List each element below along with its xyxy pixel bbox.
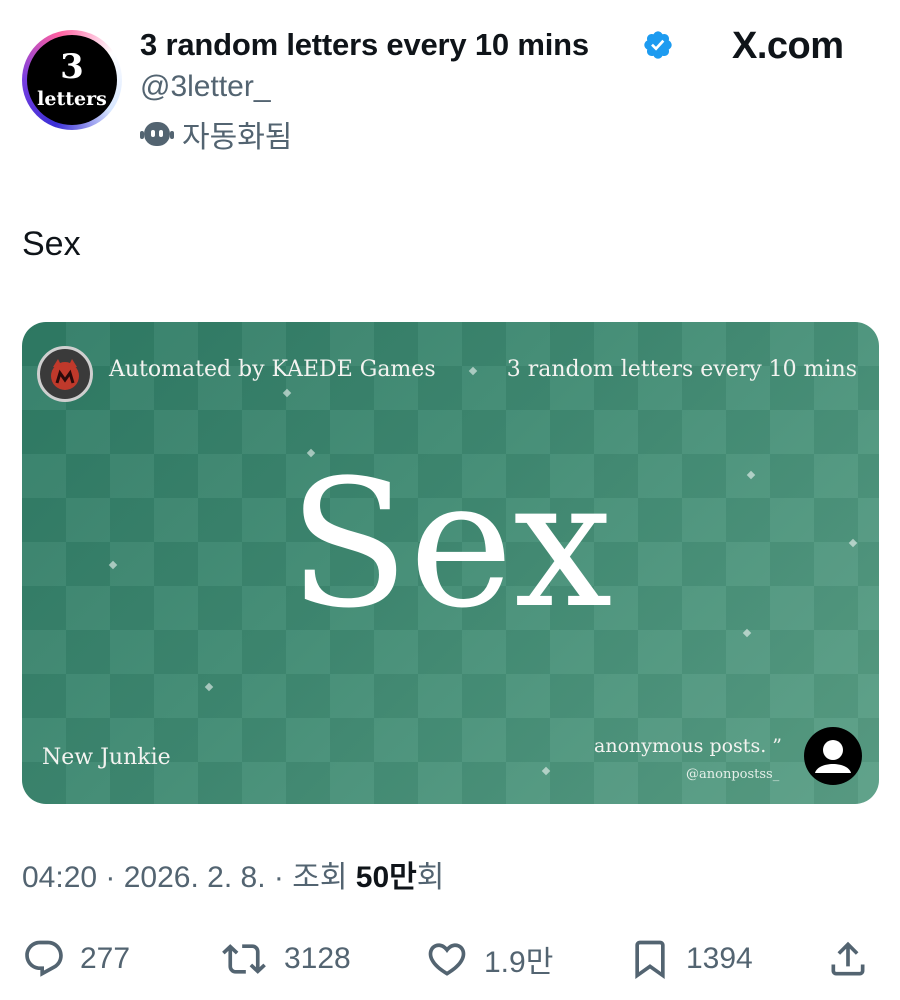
credit-left: New Junkie	[42, 745, 171, 770]
kaede-games-logo	[37, 346, 93, 402]
sparkle-decoration	[541, 766, 551, 776]
automated-text: 자동화됨	[182, 121, 293, 154]
views-count: 50만	[355, 861, 417, 894]
reply-count: 277	[80, 942, 131, 975]
bookmark-icon	[635, 940, 665, 980]
sparkle-decoration	[282, 388, 292, 398]
verified-badge-icon	[644, 31, 672, 59]
random-word-display: Sex	[288, 442, 613, 647]
bot-icon	[140, 122, 174, 146]
heart-icon	[428, 943, 466, 976]
tweet-date[interactable]: 2026. 2. 8.	[124, 861, 266, 894]
anon-avatar	[804, 727, 862, 785]
card-series-title: 3 random letters every 10 mins	[506, 357, 857, 382]
display-name[interactable]: 3 random letters every 10 mins	[140, 26, 589, 64]
repost-icon	[222, 944, 266, 974]
bookmark-count: 1394	[686, 942, 753, 975]
share-icon	[831, 941, 865, 976]
tweet-meta: 04:20 · 2026. 2. 8. · 조회 50만회	[22, 861, 445, 894]
quote-text: anonymous posts. ”	[594, 735, 782, 757]
quote-handle: @anonpostss_	[686, 767, 780, 782]
like-button[interactable]: 1.9만	[424, 936, 553, 982]
automated-by-text: Automated by KAEDE Games	[109, 357, 436, 382]
share-button[interactable]	[826, 936, 870, 982]
media-card[interactable]: Automated by KAEDE Games 3 random letter…	[22, 322, 879, 804]
tweet-time[interactable]: 04:20	[22, 861, 97, 894]
user-handle[interactable]: @3letter_	[140, 68, 271, 106]
reply-icon	[25, 940, 63, 977]
sparkle-decoration	[204, 682, 214, 692]
profile-avatar[interactable]: 3 letters	[22, 30, 122, 130]
tweet-text: Sex	[22, 225, 81, 263]
automated-label: 자동화됨	[140, 114, 292, 154]
views-suffix: 회	[416, 861, 445, 894]
avatar-badge: 3 letters	[27, 35, 117, 125]
x-brand-logo: X.com	[732, 25, 844, 67]
avatar-word: letters	[37, 88, 107, 110]
views-label: 조회	[292, 861, 348, 894]
like-count: 1.9만	[484, 946, 554, 979]
avatar-number: 3	[60, 47, 84, 87]
repost-count: 3128	[284, 942, 351, 975]
sparkle-decoration	[468, 366, 478, 376]
bookmark-button[interactable]: 1394	[628, 936, 753, 982]
reply-button[interactable]: 277	[22, 936, 130, 982]
repost-button[interactable]: 3128	[218, 936, 351, 982]
